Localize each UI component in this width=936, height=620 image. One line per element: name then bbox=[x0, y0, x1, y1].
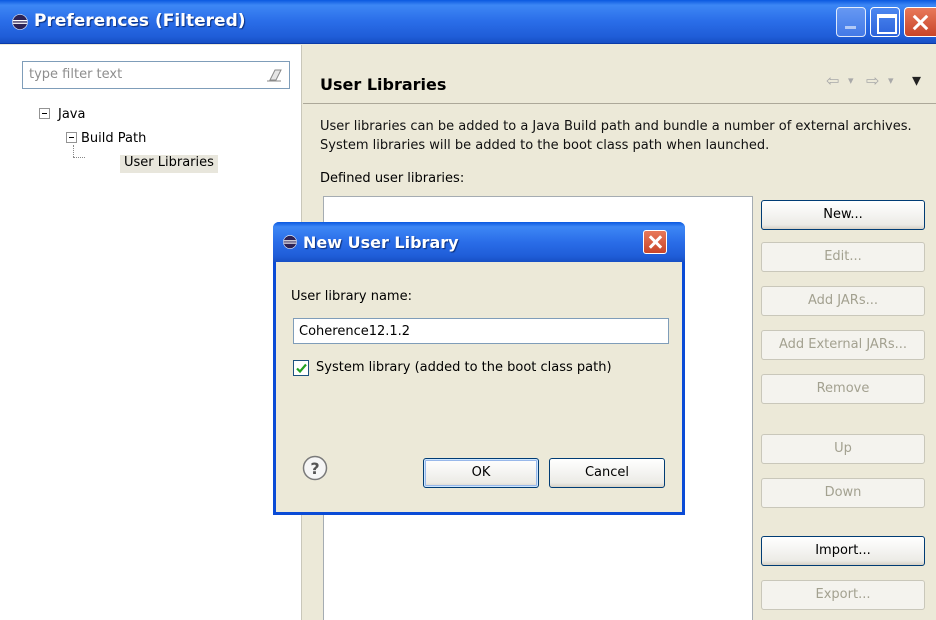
eclipse-icon bbox=[283, 235, 297, 249]
close-button[interactable] bbox=[904, 7, 936, 37]
window-title: Preferences (Filtered) bbox=[34, 11, 246, 31]
eclipse-icon bbox=[12, 14, 28, 30]
add-external-jars-button[interactable]: Add External JARs... bbox=[761, 330, 925, 360]
page-description: User libraries can be added to a Java Bu… bbox=[320, 119, 912, 153]
view-menu-icon[interactable]: ▾ bbox=[912, 70, 921, 91]
tree-connector bbox=[73, 145, 74, 157]
tree-item-java[interactable]: Java bbox=[39, 107, 85, 125]
new-button[interactable]: New... bbox=[761, 200, 925, 230]
filter-placeholder: type filter text bbox=[29, 67, 123, 82]
dialog-title: New User Library bbox=[303, 233, 459, 252]
maximize-button[interactable] bbox=[870, 7, 900, 37]
clear-filter-icon[interactable] bbox=[265, 68, 283, 82]
back-arrow-icon[interactable]: ⇦ bbox=[826, 71, 839, 90]
help-icon[interactable]: ? bbox=[302, 455, 328, 481]
dialog-close-button[interactable] bbox=[643, 230, 667, 254]
svg-text:?: ? bbox=[310, 459, 319, 478]
edit-button[interactable]: Edit... bbox=[761, 242, 925, 272]
export-button[interactable]: Export... bbox=[761, 580, 925, 610]
dialog-titlebar[interactable]: New User Library bbox=[273, 222, 685, 262]
defined-libraries-label: Defined user libraries: bbox=[320, 171, 465, 186]
tree-item-label: User Libraries bbox=[124, 155, 214, 170]
cancel-button[interactable]: Cancel bbox=[549, 458, 665, 488]
tree-item-user-libraries[interactable]: User Libraries bbox=[120, 155, 218, 173]
library-name-label: User library name: bbox=[291, 289, 412, 304]
system-library-checkbox[interactable] bbox=[293, 360, 309, 376]
tree-item-label: Build Path bbox=[81, 131, 147, 146]
window-titlebar[interactable]: Preferences (Filtered) bbox=[0, 0, 936, 44]
minimize-button[interactable] bbox=[836, 7, 866, 37]
import-button[interactable]: Import... bbox=[761, 536, 925, 566]
back-menu-icon[interactable]: ▾ bbox=[848, 74, 854, 87]
tree-connector bbox=[73, 157, 85, 158]
system-library-label[interactable]: System library (added to the boot class … bbox=[316, 360, 612, 375]
tree-item-build-path[interactable]: Build Path bbox=[66, 131, 146, 149]
preference-tree-pane: type filter text Java Build Path User Li… bbox=[0, 45, 302, 620]
collapse-icon[interactable] bbox=[66, 132, 77, 143]
forward-arrow-icon[interactable]: ⇨ bbox=[866, 71, 879, 90]
remove-button[interactable]: Remove bbox=[761, 374, 925, 404]
down-button[interactable]: Down bbox=[761, 478, 925, 508]
up-button[interactable]: Up bbox=[761, 434, 925, 464]
page-title: User Libraries bbox=[320, 75, 447, 94]
library-name-input[interactable] bbox=[293, 318, 669, 344]
history-nav: ⇦ ▾ ⇨ ▾ ▾ bbox=[826, 70, 936, 91]
add-jars-button[interactable]: Add JARs... bbox=[761, 286, 925, 316]
tree-item-label: Java bbox=[58, 107, 86, 122]
new-user-library-dialog: New User Library User library name: Syst… bbox=[273, 222, 685, 515]
forward-menu-icon[interactable]: ▾ bbox=[888, 74, 894, 87]
collapse-icon[interactable] bbox=[39, 108, 50, 119]
divider bbox=[303, 103, 936, 104]
ok-button[interactable]: OK bbox=[423, 458, 539, 488]
checkmark-icon bbox=[296, 363, 307, 374]
filter-input[interactable]: type filter text bbox=[22, 61, 290, 89]
